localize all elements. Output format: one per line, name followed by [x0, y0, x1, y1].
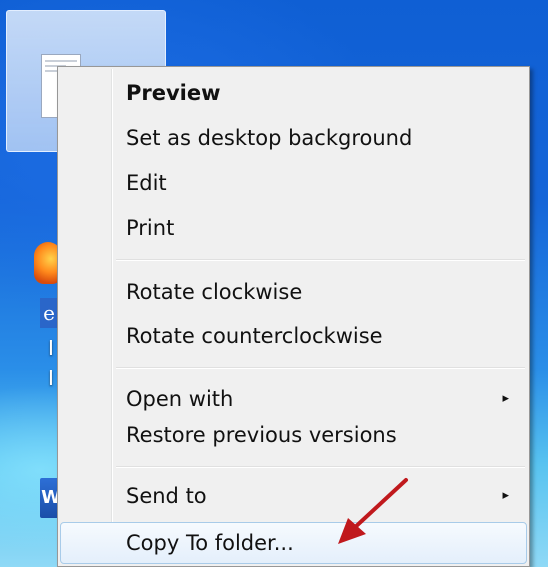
menu-item-label: Restore previous versions — [126, 423, 397, 447]
menu-item-copy-to-folder[interactable]: Copy To folder... — [60, 522, 527, 564]
menu-item-preview[interactable]: Preview — [60, 73, 527, 113]
desktop-icon-label: I — [48, 336, 54, 360]
submenu-arrow-icon: ▸ — [502, 391, 509, 406]
menu-item-label: Open with — [126, 387, 234, 411]
menu-item-open-with[interactable]: Open with ▸ — [60, 379, 527, 419]
menu-item-label: Rotate counterclockwise — [126, 324, 383, 348]
menu-item-label: Copy To folder... — [126, 531, 294, 555]
menu-item-label: Preview — [126, 81, 221, 105]
menu-item-set-as-desktop-background[interactable]: Set as desktop background — [60, 118, 527, 158]
menu-item-label: Rotate clockwise — [126, 280, 303, 304]
menu-item-rotate-counterclockwise[interactable]: Rotate counterclockwise — [60, 316, 527, 356]
menu-separator — [116, 259, 525, 261]
menu-item-edit[interactable]: Edit — [60, 163, 527, 203]
annotation-arrow-icon — [338, 478, 408, 544]
menu-separator — [116, 466, 525, 468]
menu-item-label: Edit — [126, 171, 167, 195]
internet-explorer-icon[interactable]: e — [40, 298, 58, 328]
menu-item-label: Set as desktop background — [126, 126, 413, 150]
submenu-arrow-icon: ▸ — [502, 488, 509, 503]
menu-item-label: Print — [126, 216, 175, 240]
desktop-icon-label: I — [48, 366, 54, 390]
menu-item-rotate-clockwise[interactable]: Rotate clockwise — [60, 272, 527, 312]
menu-item-print[interactable]: Print — [60, 208, 527, 248]
menu-item-send-to[interactable]: Send to ▸ — [60, 476, 527, 516]
context-menu: Preview Set as desktop background Edit P… — [57, 66, 530, 567]
menu-separator — [116, 367, 525, 369]
menu-item-label: Send to — [126, 484, 207, 508]
menu-item-restore-previous-versions[interactable]: Restore previous versions — [60, 415, 527, 455]
